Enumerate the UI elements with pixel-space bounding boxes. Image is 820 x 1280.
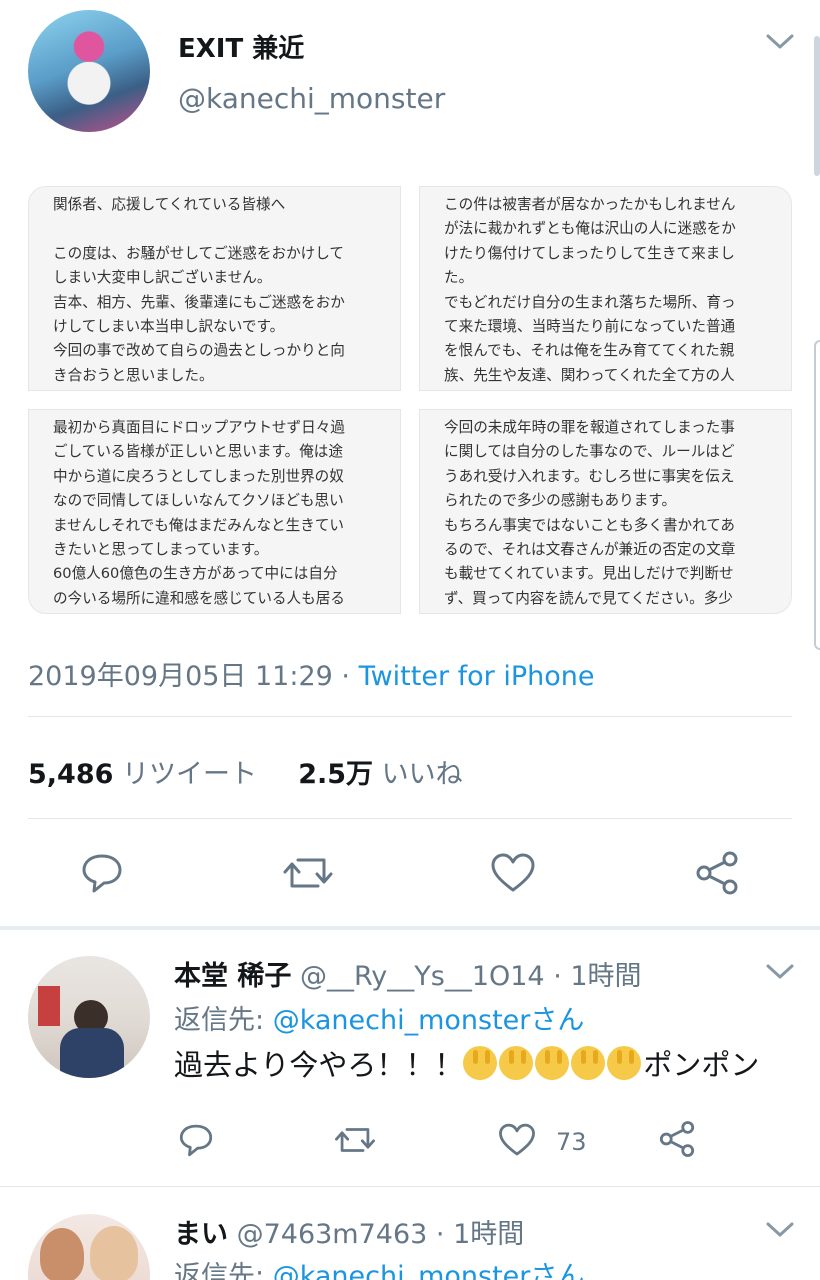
chevron-down-icon[interactable] (765, 1220, 795, 1240)
tweet-image-2[interactable]: この件は被害者が居なかったかもしれません が法に裁かれずとも俺は沢山の人に迷惑を… (419, 186, 792, 391)
retweet-label[interactable]: リツイート (122, 759, 257, 790)
reply-like-count: 73 (556, 1128, 587, 1156)
rock-hand-emoji-icon (571, 1046, 606, 1080)
divider (0, 1186, 820, 1187)
retweet-count[interactable]: 5,486 (28, 759, 113, 790)
reply-handle[interactable]: @7463m7463 (237, 1219, 428, 1250)
replying-mention[interactable]: @kanechi_monsterさん (273, 1261, 585, 1280)
tweet-source-link[interactable]: Twitter for iPhone (359, 661, 595, 692)
tweet-timestamp: 2019年09月05日 11:29 · Twitter for iPhone (28, 654, 595, 693)
scrollbar[interactable] (814, 36, 820, 176)
like-count[interactable]: 2.5万 (298, 759, 373, 790)
reply-author[interactable]: 本堂 稀子 @__Ry__Ys__1O14 · 1時間 (174, 954, 642, 993)
reply-time: · 1時間 (435, 1219, 525, 1250)
reply-author[interactable]: まい @7463m7463 · 1時間 (174, 1212, 524, 1251)
tweet-image-1[interactable]: 関係者、応援してくれている皆様へ この度は、お騒がせしてご迷惑をおかけして しま… (28, 186, 401, 391)
tweet-image-3[interactable]: 最初から真面目にドロップアウトせず日々過 ごしている皆様が正しいと思います。俺は… (28, 409, 401, 614)
divider (28, 716, 792, 717)
timestamp-text: 2019年09月05日 11:29 (28, 661, 333, 692)
retweet-icon[interactable] (334, 1122, 376, 1158)
image-text: 関係者、応援してくれている皆様へ この度は、お騒がせしてご迷惑をおかけして しま… (53, 196, 345, 384)
rock-hand-emoji-icon (607, 1046, 642, 1080)
image-text: 今回の未成年時の罪を報道されてしまった事 に関しては自分のした事なので、ルールは… (444, 419, 736, 607)
timestamp-separator: · (332, 661, 359, 692)
tweet-image-4[interactable]: 今回の未成年時の罪を報道されてしまった事 に関しては自分のした事なので、ルールは… (419, 409, 792, 614)
person-body (60, 1028, 124, 1078)
rock-hand-emoji-icon (499, 1046, 534, 1080)
reply-display-name[interactable]: まい (174, 1219, 228, 1250)
replying-label: 返信先: (174, 1261, 273, 1280)
share-icon[interactable] (694, 850, 740, 896)
retweet-icon[interactable] (282, 852, 334, 894)
like-label[interactable]: いいね (382, 759, 463, 790)
author-avatar[interactable] (28, 10, 150, 132)
replying-to: 返信先: @kanechi_monsterさん (174, 1254, 584, 1280)
replying-mention[interactable]: @kanechi_monsterさん (273, 1005, 585, 1036)
heart-icon[interactable] (498, 1122, 536, 1158)
reply-display-name[interactable]: 本堂 稀子 (174, 961, 291, 992)
reply-avatar[interactable] (28, 956, 150, 1078)
tweet-image-grid: 関係者、応援してくれている皆様へ この度は、お騒がせしてご迷惑をおかけして しま… (28, 186, 792, 614)
author-display-name[interactable]: EXIT 兼近 (178, 28, 304, 65)
replying-label: 返信先: (174, 1005, 273, 1036)
reply-text-main: 過去より今やろ！！！ (174, 1048, 464, 1082)
reply-time: · 1時間 (553, 961, 642, 992)
reply-icon[interactable] (80, 852, 124, 894)
reply-handle[interactable]: @__Ry__Ys__1O14 (300, 961, 545, 992)
reply-avatar[interactable] (28, 1214, 150, 1280)
share-icon[interactable] (658, 1120, 696, 1158)
reply-icon[interactable] (178, 1122, 214, 1158)
reply-text-end: ポンポン (643, 1048, 760, 1082)
image-text: 最初から真面目にドロップアウトせず日々過 ごしている皆様が正しいと思います。俺は… (53, 419, 345, 607)
image-text: この件は被害者が居なかったかもしれません が法に裁かれずとも俺は沢山の人に迷惑を… (444, 196, 736, 384)
rock-hand-emoji-icon (535, 1046, 570, 1080)
background-sign (38, 986, 60, 1026)
person-hair (40, 1228, 84, 1280)
rock-hand-emoji-icon (463, 1046, 498, 1080)
divider (28, 818, 792, 819)
person-hair (90, 1226, 138, 1280)
replying-to: 返信先: @kanechi_monsterさん (174, 998, 584, 1037)
edge-panel-handle[interactable] (814, 340, 820, 650)
author-handle[interactable]: @kanechi_monster (178, 82, 445, 115)
section-separator (0, 926, 820, 930)
heart-icon[interactable] (490, 852, 536, 894)
reply-text: 過去より今やろ！！！ ポンポン (174, 1042, 759, 1084)
tweet-stats: 5,486 リツイート 2.5万 いいね (28, 752, 463, 791)
chevron-down-icon[interactable] (765, 962, 795, 982)
chevron-down-icon[interactable] (765, 32, 795, 52)
